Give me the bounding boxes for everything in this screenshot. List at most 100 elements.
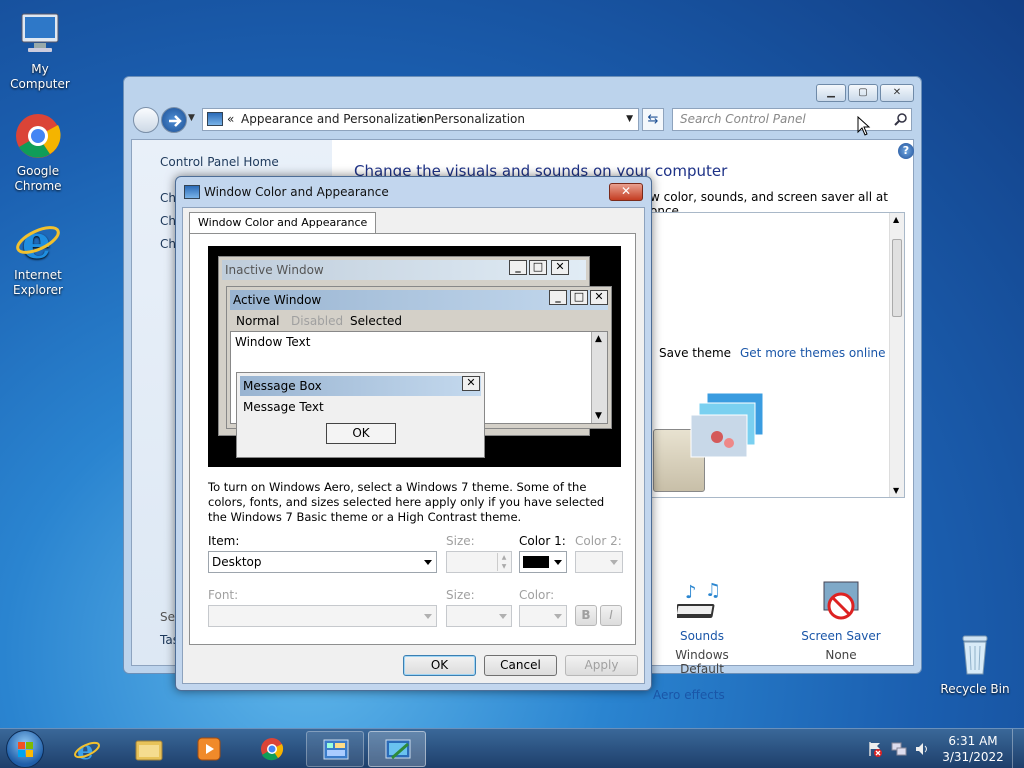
chevron-down-icon [424, 614, 432, 619]
volume-icon[interactable] [914, 741, 930, 760]
themes-list[interactable]: Save theme Get more themes online ▲ ▼ [650, 212, 905, 498]
font-size-select[interactable] [446, 605, 512, 627]
address-bar[interactable]: « Appearance and Personalization ▸ Perso… [202, 108, 639, 131]
sidebar-link-1[interactable]: Ch [160, 191, 176, 205]
minimize-button[interactable]: ▁ [816, 84, 846, 102]
action-center-icon[interactable] [868, 741, 882, 760]
font-size-label: Size: [446, 588, 475, 602]
windows-logo-icon [18, 742, 33, 757]
tab-window-color[interactable]: Window Color and Appearance [189, 212, 377, 234]
taskbar-google-chrome[interactable] [243, 731, 301, 767]
show-desktop-button[interactable] [1012, 729, 1024, 768]
get-more-themes-link[interactable]: Get more themes online [740, 346, 886, 360]
color2-picker[interactable] [575, 551, 623, 573]
breadcrumb-appearance[interactable]: Appearance and Personalization [241, 109, 434, 130]
chrome-icon [261, 738, 284, 761]
message-text: Message Text [243, 400, 324, 414]
aero-effects-link[interactable]: Aero effects [653, 688, 725, 702]
arrow-right-icon [169, 115, 182, 127]
help-icon[interactable]: ? [898, 143, 914, 159]
clock-time: 6:31 AM [948, 734, 998, 748]
inactive-minimize-icon: _ [509, 260, 527, 275]
sounds-setting[interactable]: ♪ ♫ Sounds Windows Default [652, 580, 752, 676]
tab-page: Inactive Window _ □ ✕ Active Window _ □ … [189, 233, 636, 645]
start-button[interactable] [6, 730, 44, 768]
item-label: Item: [208, 534, 240, 548]
desktop-icon-internet-explorer[interactable]: e Internet Explorer [0, 215, 78, 298]
bold-button[interactable]: B [575, 605, 597, 626]
color1-picker[interactable] [519, 551, 567, 573]
svg-text:♪: ♪ [685, 582, 697, 603]
aero-info-text: To turn on Windows Aero, select a Window… [208, 480, 605, 524]
font-color-label: Color: [519, 588, 555, 602]
internet-explorer-icon: e [14, 215, 62, 269]
desktop-icon-google-chrome[interactable]: Google Chrome [0, 112, 78, 194]
screen-saver-setting[interactable]: Screen Saver None [786, 580, 896, 662]
clock-date: 3/31/2022 [942, 750, 1004, 764]
close-button[interactable]: ✕ [880, 84, 914, 102]
size-stepper[interactable]: ▲ ▼ [446, 551, 512, 573]
ok-button[interactable]: OK [403, 655, 476, 676]
desktop-icon-my-computer[interactable]: My Computer [0, 10, 80, 92]
taskbar-internet-explorer[interactable]: e [58, 731, 116, 767]
apply-button[interactable]: Apply [565, 655, 638, 676]
back-button[interactable] [133, 107, 159, 133]
mouse-cursor-icon [857, 115, 871, 139]
italic-button[interactable]: I [600, 605, 622, 626]
taskbar: e 6:31 AM 3/31/2022 [0, 728, 1024, 768]
screen-saver-label[interactable]: Screen Saver [786, 629, 896, 643]
appearance-preview[interactable]: Inactive Window _ □ ✕ Active Window _ □ … [208, 246, 621, 467]
folder-icon [135, 740, 163, 761]
chevron-down-icon [554, 614, 562, 619]
network-icon[interactable] [891, 741, 907, 760]
menu-disabled: Disabled [291, 314, 344, 328]
message-box-ok: OK [326, 423, 396, 444]
preview-message-box[interactable]: Message Box ✕ Message Text OK [236, 372, 485, 458]
taskbar-window-color[interactable] [368, 731, 426, 767]
refresh-button[interactable]: ⇆ [642, 108, 664, 131]
taskbar-media-player[interactable] [180, 731, 238, 767]
chevron-down-icon [499, 614, 507, 619]
sounds-label[interactable]: Sounds [652, 629, 752, 643]
control-panel-home-link[interactable]: Control Panel Home [160, 155, 279, 169]
media-player-icon [197, 737, 221, 761]
chevron-down-icon [554, 560, 562, 565]
window-text: Window Text [235, 335, 311, 349]
clock[interactable]: 6:31 AM 3/31/2022 [940, 733, 1006, 765]
font-color-picker[interactable] [519, 605, 567, 627]
forward-button[interactable] [161, 107, 187, 133]
active-minimize-icon: _ [549, 290, 567, 305]
size-label: Size: [446, 534, 475, 548]
theme-preview-stack-icon [677, 391, 767, 472]
item-select[interactable]: Desktop [208, 551, 437, 573]
chrome-icon [14, 112, 62, 160]
font-select[interactable] [208, 605, 437, 627]
message-box-close-icon: ✕ [462, 376, 480, 391]
screen-saver-value: None [825, 648, 857, 662]
search-icon[interactable] [894, 112, 908, 129]
dialog-title: Window Color and Appearance [204, 185, 389, 199]
breadcrumb-personalization[interactable]: Personalization [434, 109, 525, 130]
inactive-maximize-icon: □ [529, 260, 547, 275]
internet-explorer-icon: e [74, 737, 100, 761]
message-box-title: Message Box [240, 376, 481, 396]
search-input[interactable]: Search Control Panel [672, 108, 912, 131]
computer-icon [16, 10, 64, 58]
preview-scrollbar: ▲ ▼ [591, 332, 607, 423]
color1-label: Color 1: [519, 534, 566, 548]
sidebar-link-3[interactable]: Ch [160, 237, 176, 251]
desktop-icon-recycle-bin[interactable]: Recycle Bin [935, 630, 1015, 697]
cancel-button[interactable]: Cancel [484, 655, 557, 676]
chevron-down-icon [610, 560, 618, 565]
sidebar-link-2[interactable]: Ch [160, 214, 176, 228]
dialog-close-button[interactable]: ✕ [609, 183, 643, 201]
taskbar-control-panel[interactable] [306, 731, 364, 767]
screen-saver-icon [823, 581, 859, 620]
maximize-button[interactable]: ▢ [848, 84, 878, 102]
save-theme-link[interactable]: Save theme [659, 346, 731, 360]
themes-scrollbar[interactable]: ▲ ▼ [889, 213, 904, 497]
taskbar-file-explorer[interactable] [120, 731, 178, 767]
control-panel-icon [207, 112, 223, 126]
recent-pages-chevron-icon[interactable]: ▼ [188, 113, 195, 123]
address-dropdown-icon[interactable]: ▼ [626, 109, 633, 130]
